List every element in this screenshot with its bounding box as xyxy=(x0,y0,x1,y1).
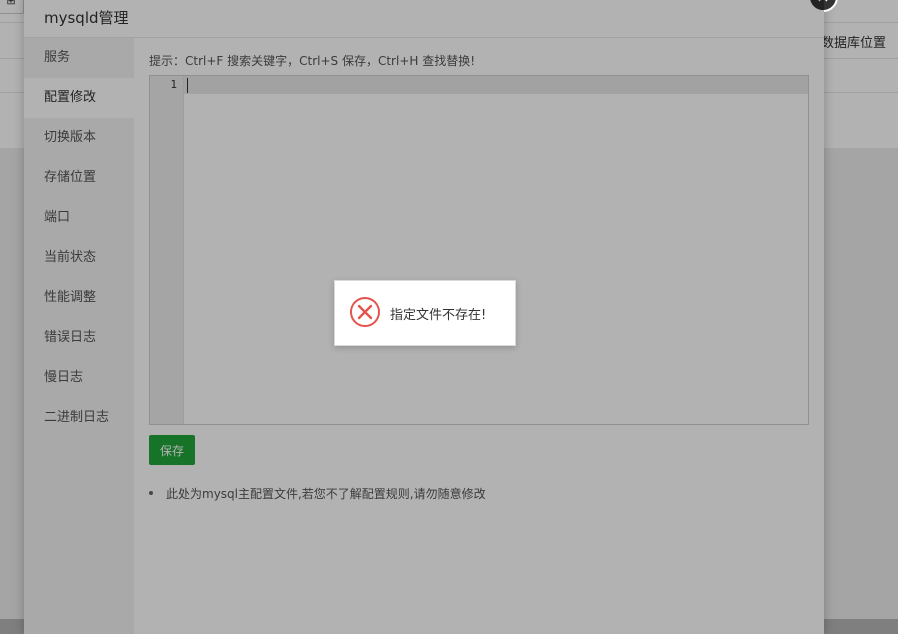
toast-message: 指定文件不存在! xyxy=(390,304,486,323)
error-toast: 指定文件不存在! xyxy=(334,280,516,346)
error-circle-icon xyxy=(349,296,381,328)
